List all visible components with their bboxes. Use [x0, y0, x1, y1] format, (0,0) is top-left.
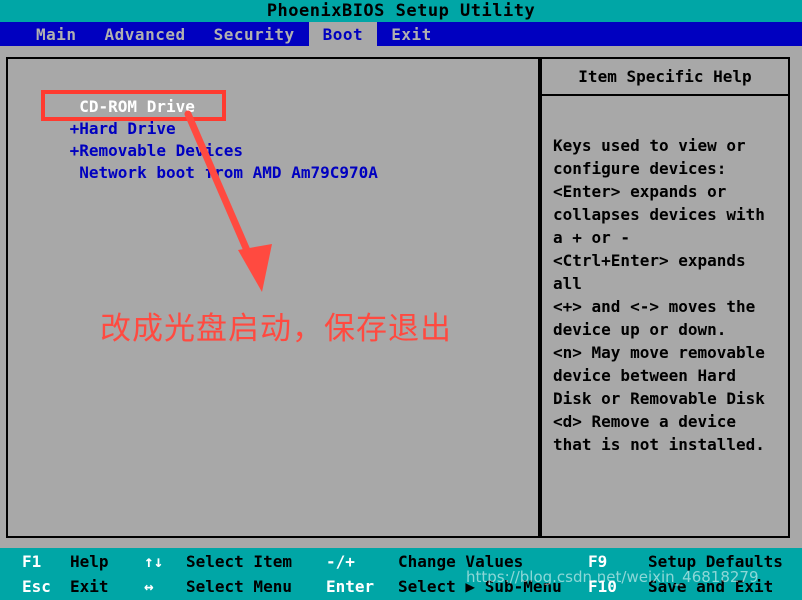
help-line: a + or -	[553, 228, 631, 247]
item-specific-help-panel: Item Specific Help Keys used to view or …	[540, 57, 790, 538]
help-panel-title: Item Specific Help	[542, 59, 788, 96]
help-line: Disk or Removable Disk	[553, 389, 765, 408]
menu-tab-advanced[interactable]: Advanced	[91, 22, 200, 46]
help-line: that is not installed.	[553, 435, 765, 454]
help-line: collapses devices with	[553, 205, 765, 224]
annotation-note-text: 改成光盘启动，保存退出	[100, 311, 452, 347]
status-desc-select-sub-menu: Select ▶ Sub-Menu	[398, 576, 562, 596]
menu-left-spacer	[0, 22, 22, 46]
window-title: PhoenixBIOS Setup Utility	[0, 0, 802, 22]
help-line: <Enter> expands or	[553, 182, 727, 201]
status-key-f10[interactable]: F10	[588, 577, 617, 596]
status-key-minus-plus[interactable]: -/+	[326, 552, 355, 571]
boot-item-network-boot[interactable]: Network boot from AMD Am79C970A	[60, 162, 378, 184]
help-line: device between Hard	[553, 366, 737, 385]
status-bar-row-2: Esc Exit ↔ Select Menu Enter Select ▶ Su…	[0, 573, 802, 599]
menu-tab-main[interactable]: Main	[22, 22, 91, 46]
status-desc-help: Help	[70, 551, 109, 571]
help-line: Keys used to view or	[553, 136, 746, 155]
status-desc-change-values: Change Values	[398, 551, 524, 571]
bios-setup-screen: PhoenixBIOS Setup Utility Main Advanced …	[0, 0, 802, 600]
help-line: <d> Remove a device	[553, 412, 737, 431]
status-desc-setup-defaults: Setup Defaults	[648, 551, 783, 571]
boot-item-removable-devices[interactable]: +Removable Devices	[60, 140, 378, 162]
help-line: <Ctrl+Enter> expands	[553, 251, 746, 270]
menu-tab-security[interactable]: Security	[200, 22, 309, 46]
menu-tab-boot[interactable]: Boot	[308, 22, 378, 46]
status-key-f1[interactable]: F1	[22, 552, 41, 571]
status-desc-select-item: Select Item	[186, 551, 292, 571]
status-key-esc[interactable]: Esc	[22, 577, 51, 596]
status-desc-save-and-exit: Save and Exit	[648, 576, 774, 596]
boot-order-panel: CD-ROM Drive +Hard Drive +Removable Devi…	[6, 57, 540, 538]
help-line: configure devices:	[553, 159, 727, 178]
help-line: <+> and <-> moves the	[553, 297, 756, 316]
menu-bar: Main Advanced Security Boot Exit	[0, 22, 802, 46]
status-key-enter[interactable]: Enter	[326, 577, 374, 596]
status-key-f9[interactable]: F9	[588, 552, 607, 571]
status-desc-select-menu: Select Menu	[186, 576, 292, 596]
status-bar-row-1: F1 Help ↑↓ Select Item -/+ Change Values…	[0, 548, 802, 574]
boot-order-list: CD-ROM Drive +Hard Drive +Removable Devi…	[60, 96, 378, 184]
status-desc-exit: Exit	[70, 576, 109, 596]
help-line: device up or down.	[553, 320, 727, 339]
help-panel-body: Keys used to view or configure devices: …	[542, 96, 788, 456]
status-bar: F1 Help ↑↓ Select Item -/+ Change Values…	[0, 548, 802, 600]
menu-tab-exit[interactable]: Exit	[377, 22, 446, 46]
boot-item-cdrom[interactable]: CD-ROM Drive	[60, 96, 378, 118]
left-right-arrows-icon[interactable]: ↔	[144, 577, 154, 596]
boot-item-hard-drive[interactable]: +Hard Drive	[60, 118, 378, 140]
help-line: all	[553, 274, 582, 293]
up-down-arrows-icon[interactable]: ↑↓	[144, 552, 163, 571]
help-line: <n> May move removable	[553, 343, 765, 362]
